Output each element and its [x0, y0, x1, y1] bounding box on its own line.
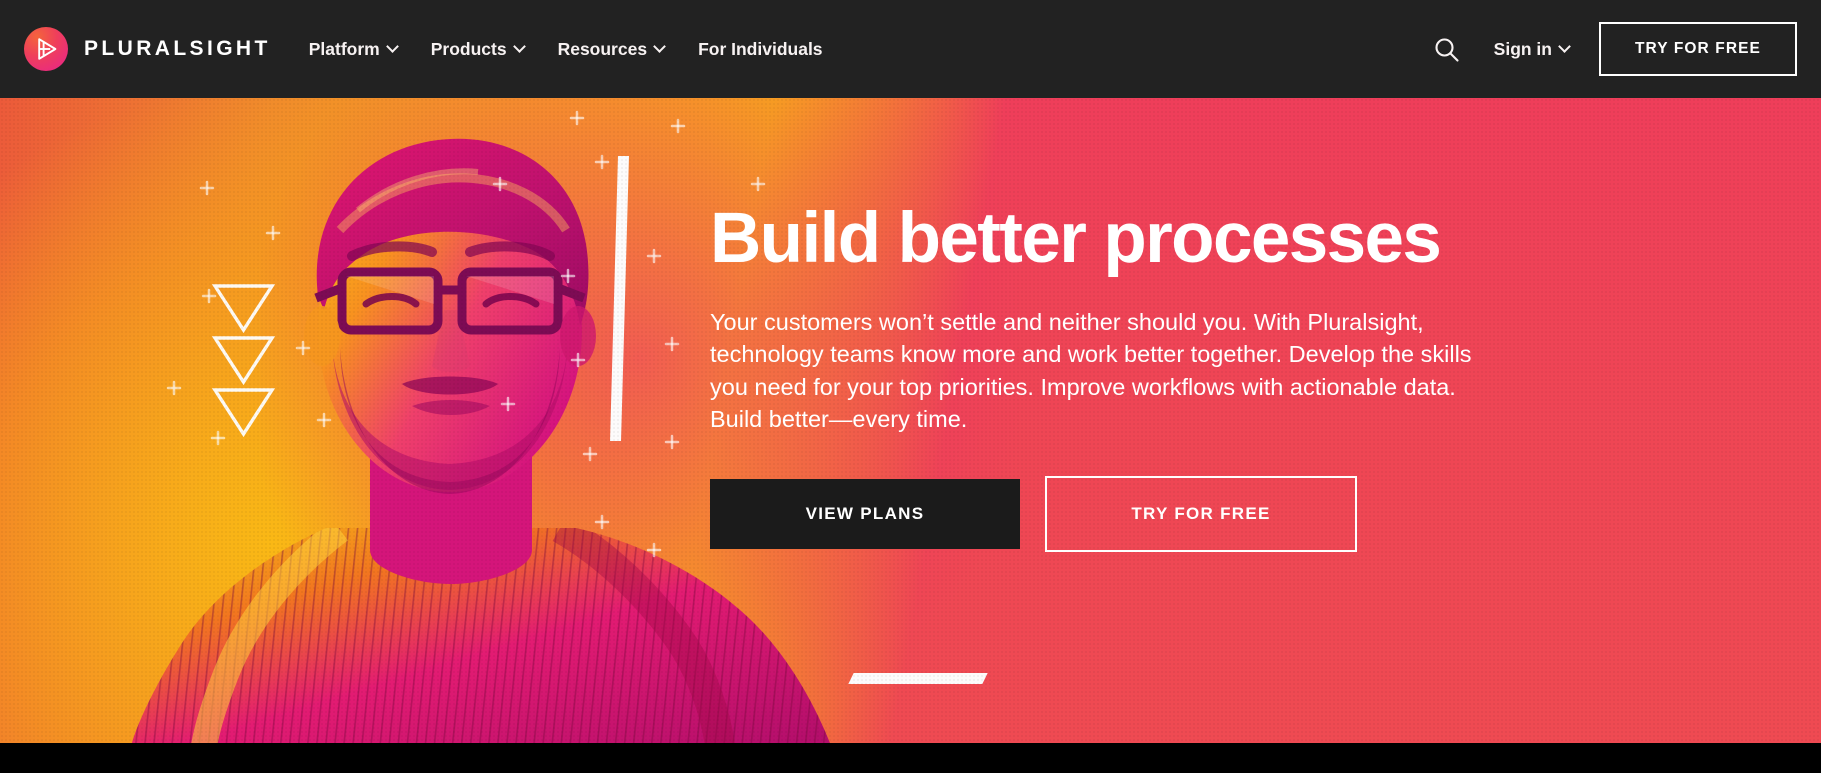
hero-content: Build better processes Your customers wo… — [710, 203, 1500, 552]
nav-item-products[interactable]: Products — [430, 38, 526, 60]
chevron-down-icon — [512, 39, 526, 53]
bottom-black-strip — [0, 743, 1821, 773]
nav-item-platform[interactable]: Platform — [308, 38, 399, 60]
sign-in-label: Sign in — [1493, 38, 1552, 59]
pluralsight-landing-page: PLURALSIGHT Platform Products Resources … — [0, 0, 1821, 773]
brand-wordmark: PLURALSIGHT — [84, 37, 271, 60]
triangle-down-outline-icon — [211, 284, 276, 438]
pluralsight-play-triangle-icon — [24, 27, 68, 71]
horizontal-bar-accent — [848, 673, 988, 684]
brand-logo-link[interactable]: PLURALSIGHT — [24, 27, 271, 71]
vertical-bar-accent — [610, 156, 629, 441]
site-header: PLURALSIGHT Platform Products Resources … — [0, 0, 1821, 98]
nav-item-label: For Individuals — [698, 38, 823, 59]
nav-item-label: Products — [430, 38, 507, 59]
hero-cta-group: VIEW PLANS TRY FOR FREE — [710, 475, 1500, 552]
header-actions: Sign in TRY FOR FREE — [1429, 22, 1797, 76]
chevron-down-icon — [1558, 39, 1571, 53]
chevron-down-icon — [385, 39, 399, 53]
nav-item-label: Resources — [557, 38, 648, 59]
nav-item-for-individuals[interactable]: For Individuals — [698, 39, 822, 60]
view-plans-button[interactable]: VIEW PLANS — [710, 478, 1020, 549]
plus-sparkle-icon — [166, 110, 766, 558]
nav-item-resources[interactable]: Resources — [557, 38, 666, 60]
header-try-for-free-button[interactable]: TRY FOR FREE — [1598, 22, 1797, 76]
primary-navigation: Platform Products Resources For Individu… — [309, 39, 823, 60]
nav-item-label: Platform — [308, 38, 380, 59]
search-icon[interactable] — [1429, 32, 1464, 67]
hero-section: Build better processes Your customers wo… — [0, 98, 1821, 743]
sign-in-menu[interactable]: Sign in — [1493, 38, 1571, 60]
hero-try-for-free-button[interactable]: TRY FOR FREE — [1045, 475, 1357, 552]
hero-subtitle: Your customers won’t settle and neither … — [710, 309, 1472, 433]
hero-title: Build better processes — [710, 199, 1442, 278]
chevron-down-icon — [653, 39, 666, 53]
